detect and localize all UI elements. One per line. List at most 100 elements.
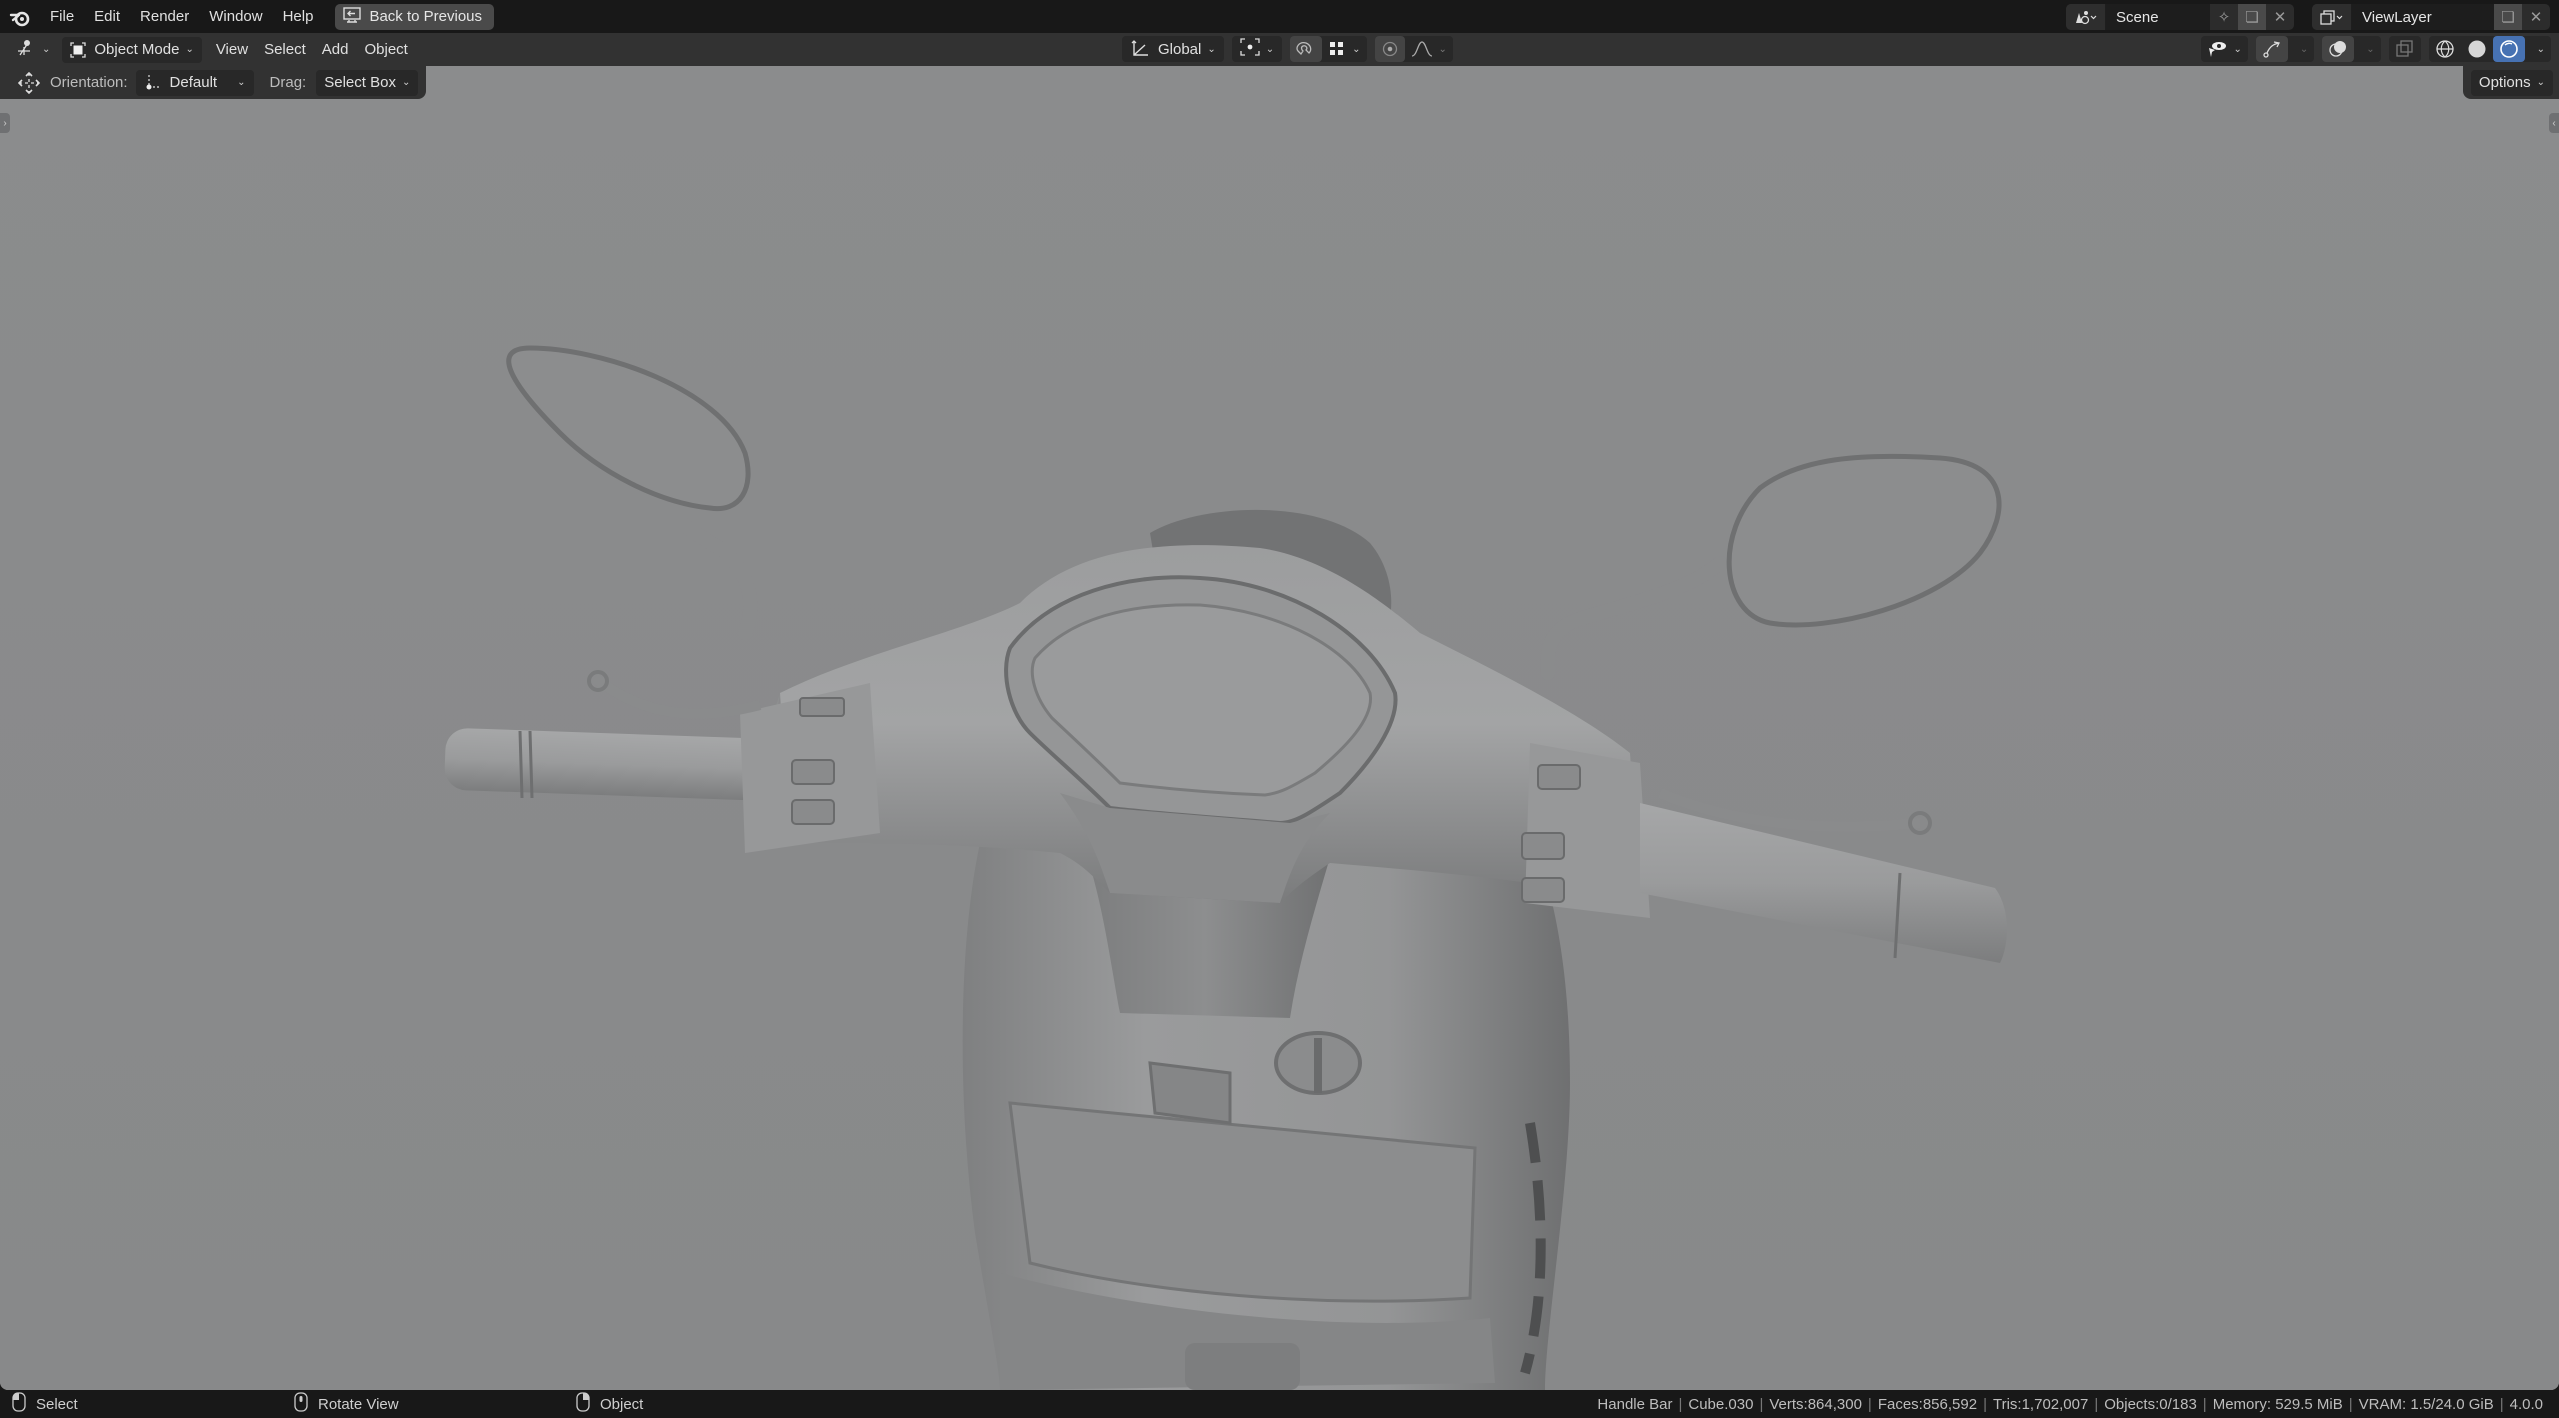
mouse-right-icon xyxy=(576,1392,590,1416)
hint-object: Object xyxy=(576,1390,643,1418)
back-to-previous-button[interactable]: Back to Previous xyxy=(335,3,495,30)
menu-help[interactable]: Help xyxy=(273,0,324,33)
mouse-middle-icon xyxy=(294,1392,308,1416)
scene-name-field[interactable]: Scene xyxy=(2106,4,2210,30)
shading-material-preview-button[interactable] xyxy=(2492,36,2525,62)
scene-icon[interactable] xyxy=(2066,4,2106,30)
new-scene-icon[interactable]: ❏ xyxy=(2238,4,2266,30)
snapping-group: ⌄ xyxy=(1290,36,1367,62)
chevron-down-icon: ⌄ xyxy=(2366,43,2375,55)
shading-solid-button[interactable] xyxy=(2461,36,2493,62)
hint-rotate-view: Rotate View xyxy=(294,1390,399,1418)
blender-logo-icon[interactable] xyxy=(0,0,40,33)
move-tool-icon[interactable] xyxy=(10,70,48,96)
shading-wireframe-button[interactable] xyxy=(2429,36,2461,62)
material-sphere-icon xyxy=(2499,40,2518,58)
stat-active-object: Cube.030 xyxy=(1688,1395,1754,1413)
pivot-point-dropdown[interactable]: ⌄ xyxy=(1231,36,1283,62)
chevron-down-icon: ⌄ xyxy=(2536,43,2545,55)
transform-orientation-dropdown[interactable]: Global ⌄ xyxy=(1122,36,1224,62)
sidebar-region-toggle[interactable]: ‹ xyxy=(2549,113,2559,133)
overlays-icon[interactable] xyxy=(2322,36,2355,62)
transform-tools: Global ⌄ ⌄ ⌄ ⌄ xyxy=(1122,36,1453,62)
gizmo-icon[interactable] xyxy=(2255,36,2288,62)
viewport-3d-icon xyxy=(16,39,36,61)
stat-memory: Memory: 529.5 MiB xyxy=(2212,1395,2343,1413)
menu-window[interactable]: Window xyxy=(199,0,272,33)
proportional-editing-group: ⌄ xyxy=(1374,36,1453,62)
falloff-curve-icon[interactable]: ⌄ xyxy=(1405,36,1453,62)
menu-file[interactable]: File xyxy=(40,0,84,33)
hint-select-label: Select xyxy=(36,1395,78,1413)
view-layer-selector[interactable]: ViewLayer ❏ ✕ xyxy=(2312,4,2550,30)
hint-select: Select xyxy=(12,1390,78,1418)
snap-increment-icon[interactable]: ⌄ xyxy=(1322,36,1366,62)
hint-object-label: Object xyxy=(600,1395,644,1413)
status-bar: Select Rotate View Object Handle Bar | Cu… xyxy=(0,1390,2559,1418)
view-layer-icon[interactable] xyxy=(2312,4,2352,30)
chevron-down-icon: ⌄ xyxy=(237,77,246,88)
top-bar: File Edit Render Window Help Back to Pre… xyxy=(0,0,2559,33)
editor-type-button[interactable]: ⌄ xyxy=(8,37,58,63)
chevron-down-icon: ⌄ xyxy=(1265,43,1275,55)
orientation-dropdown[interactable]: Default ⌄ xyxy=(135,69,254,96)
hint-rotate-view-label: Rotate View xyxy=(318,1395,399,1413)
back-screen-icon xyxy=(343,6,362,27)
stat-verts: Verts:864,300 xyxy=(1769,1395,1862,1413)
stat-tris: Tris:1,702,007 xyxy=(1992,1395,2089,1413)
menu-add[interactable]: Add xyxy=(314,37,357,63)
orientation-value: Default xyxy=(169,74,218,91)
menu-view[interactable]: View xyxy=(208,37,256,63)
chevron-down-icon: ⌄ xyxy=(2233,43,2242,55)
delete-view-layer-icon[interactable]: ✕ xyxy=(2522,4,2550,30)
drag-dropdown[interactable]: Select Box ⌄ xyxy=(316,69,419,96)
tool-settings-header: Orientation: Default ⌄ Drag: Select Box … xyxy=(0,66,427,99)
snap-magnet-icon[interactable] xyxy=(1290,36,1323,62)
chevron-down-icon: ⌄ xyxy=(1207,43,1216,55)
scooter-model-render xyxy=(0,33,2559,1390)
3d-viewport[interactable]: ⌄ Object Mode ⌄ View Select Add Object G… xyxy=(0,33,2559,1390)
mode-label: Object Mode xyxy=(94,41,180,58)
orientation-label: Orientation: xyxy=(50,74,128,91)
view-layer-name-field[interactable]: ViewLayer xyxy=(2352,4,2494,30)
chevron-down-icon: ⌄ xyxy=(1438,43,1447,55)
chevron-down-icon: ⌄ xyxy=(185,44,194,55)
xray-icon xyxy=(2389,36,2421,62)
delete-scene-icon[interactable]: ✕ xyxy=(2266,4,2294,30)
new-view-layer-icon[interactable]: ❏ xyxy=(2494,4,2522,30)
toolbar-region-toggle[interactable]: › xyxy=(0,113,10,133)
xray-toggle[interactable] xyxy=(2388,36,2421,62)
stat-vram: VRAM: 1.5/24.0 GiB xyxy=(2358,1395,2494,1413)
stat-objects: Objects:0/183 xyxy=(2104,1395,2197,1413)
stat-version: 4.0.0 xyxy=(2509,1395,2543,1413)
gizmo-toggle-group: ⌄ xyxy=(2255,36,2315,62)
stat-faces: Faces:856,592 xyxy=(1877,1395,1978,1413)
chevron-down-icon: ⌄ xyxy=(401,77,411,88)
overlays-dropdown-chevron[interactable]: ⌄ xyxy=(2354,36,2380,62)
menu-select[interactable]: Select xyxy=(256,37,314,63)
chevron-down-icon: ⌄ xyxy=(1352,43,1361,55)
solid-sphere-icon xyxy=(2468,40,2486,58)
chevron-down-icon: ⌄ xyxy=(2299,43,2309,55)
tool-options-header: Options ⌄ xyxy=(2462,66,2559,99)
viewport-header: ⌄ Object Mode ⌄ View Select Add Object G… xyxy=(0,33,2559,66)
proportional-edit-icon[interactable] xyxy=(1374,36,1405,62)
shading-options-dropdown[interactable]: ⌄ xyxy=(2525,36,2551,62)
mode-selector[interactable]: Object Mode ⌄ xyxy=(62,36,202,63)
orientation-default-icon xyxy=(144,74,162,92)
back-to-previous-label: Back to Previous xyxy=(369,8,483,25)
chevron-right-icon: › xyxy=(3,117,7,129)
drag-label: Drag: xyxy=(269,74,307,91)
menu-object[interactable]: Object xyxy=(356,37,415,63)
scene-selector[interactable]: Scene ✧ ❏ ✕ xyxy=(2066,4,2294,30)
menu-render[interactable]: Render xyxy=(130,0,199,33)
options-dropdown[interactable]: Options ⌄ xyxy=(2470,69,2553,96)
menu-edit[interactable]: Edit xyxy=(84,0,130,33)
chevron-down-icon: ⌄ xyxy=(42,44,51,55)
orientation-global-icon xyxy=(1130,40,1150,58)
pin-icon[interactable]: ✧ xyxy=(2210,4,2238,30)
gizmo-dropdown-chevron[interactable]: ⌄ xyxy=(2288,36,2314,62)
viewport-display-tools: ⌄ ⌄ ⌄ ⌄ xyxy=(2201,36,2551,62)
selectability-visibility-dropdown[interactable]: ⌄ xyxy=(2201,36,2248,62)
transform-orientation-label: Global xyxy=(1158,40,1202,58)
